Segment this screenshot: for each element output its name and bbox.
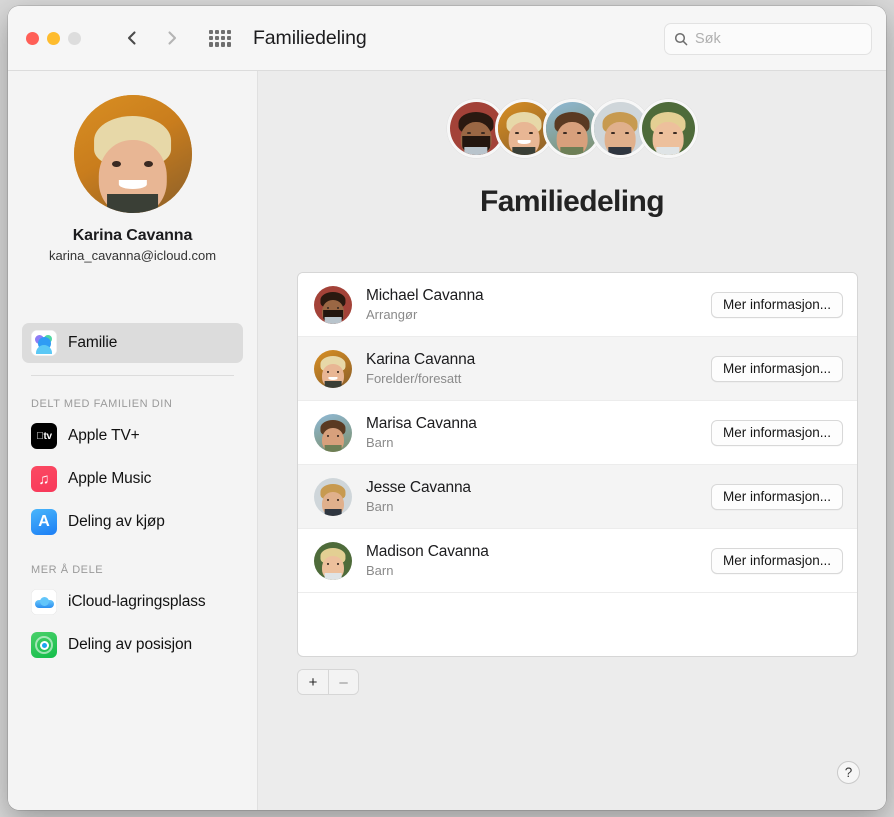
- add-member-button[interactable]: +: [298, 670, 328, 694]
- profile-email: karina_cavanna@icloud.com: [48, 248, 217, 263]
- zoom-button[interactable]: [68, 31, 81, 45]
- sidebar-item-icloud-lagringsplass[interactable]: iCloud-lagringsplass: [22, 582, 243, 622]
- minimize-button[interactable]: [47, 31, 60, 45]
- more-info-button[interactable]: Mer informasjon...: [710, 355, 843, 382]
- avatar-face-karina: [73, 95, 192, 213]
- sidebar-item-familie[interactable]: Familie: [22, 323, 243, 363]
- remove-member-button[interactable]: –: [328, 670, 358, 694]
- member-role: Barn: [366, 435, 394, 450]
- family-members-list: Michael Cavanna Arrangør Mer informasjon…: [297, 272, 858, 657]
- member-avatar: [314, 541, 352, 580]
- sidebar-item-label: Apple Music: [68, 470, 152, 487]
- icloud-icon: [31, 589, 57, 615]
- member-avatar: [314, 349, 352, 388]
- page-title: Familiedeling: [480, 185, 665, 218]
- family-avatar-cluster: [258, 71, 886, 158]
- table-row[interactable]: Jesse Cavanna Barn Mer informasjon...: [298, 465, 857, 529]
- find-my-icon: [31, 632, 57, 658]
- close-button[interactable]: [26, 31, 39, 45]
- member-text: Michael Cavanna Arrangør: [366, 287, 711, 322]
- member-avatar: [314, 477, 352, 516]
- preferences-window: Familiedeling Søk Karina Cavanna karina_…: [8, 6, 886, 810]
- sidebar-section-more: iCloud-lagringsplass Deling av posisjon: [22, 582, 243, 665]
- member-role: Forelder/foresatt: [366, 371, 462, 386]
- member-text: Karina Cavanna Forelder/foresatt: [366, 351, 711, 386]
- window-title: Familiedeling: [253, 26, 367, 49]
- app-store-icon: A: [31, 509, 57, 535]
- sidebar-section-header-shared: DELT MED FAMILIEN DIN: [31, 398, 173, 410]
- sidebar-item-label: Deling av kjøp: [68, 513, 165, 530]
- profile-block: Karina Cavanna karina_cavanna@icloud.com: [22, 89, 243, 263]
- cluster-avatar-madison: [638, 99, 698, 158]
- table-row[interactable]: Karina Cavanna Forelder/foresatt Mer inf…: [298, 337, 857, 401]
- sidebar: Karina Cavanna karina_cavanna@icloud.com…: [8, 71, 258, 810]
- table-row[interactable]: Madison Cavanna Barn Mer informasjon...: [298, 529, 857, 593]
- member-name: Michael Cavanna: [366, 287, 484, 304]
- forward-button[interactable]: [163, 29, 181, 47]
- search-placeholder: Søk: [695, 31, 721, 47]
- sidebar-item-deling-av-posisjon[interactable]: Deling av posisjon: [22, 625, 243, 665]
- sidebar-item-deling-av-kjop[interactable]: A Deling av kjøp: [22, 502, 243, 542]
- member-text: Madison Cavanna Barn: [366, 543, 711, 578]
- search-icon: [674, 32, 688, 46]
- member-name: Karina Cavanna: [366, 351, 476, 368]
- member-avatar: [314, 285, 352, 324]
- avatar[interactable]: [73, 95, 192, 213]
- more-info-button[interactable]: Mer informasjon...: [710, 483, 843, 510]
- show-all-grid-icon[interactable]: [209, 29, 231, 47]
- apple-tv-icon: tv: [31, 423, 57, 449]
- main-content: Familiedeling Michael Cavanna Arrangør M…: [258, 71, 886, 810]
- sidebar-divider: [31, 375, 234, 376]
- traffic-lights: [26, 31, 81, 45]
- nav-arrows: [123, 29, 181, 47]
- apple-music-icon: ♫: [31, 466, 57, 492]
- sidebar-item-apple-music[interactable]: ♫ Apple Music: [22, 459, 243, 499]
- member-text: Jesse Cavanna Barn: [366, 479, 711, 514]
- table-row[interactable]: Marisa Cavanna Barn Mer informasjon...: [298, 401, 857, 465]
- titlebar: Familiedeling Søk: [8, 6, 886, 71]
- profile-name: Karina Cavanna: [72, 227, 193, 244]
- member-role: Arrangør: [366, 307, 418, 322]
- family-icon: [31, 330, 57, 356]
- member-name: Jesse Cavanna: [366, 479, 471, 496]
- sidebar-item-label: Apple TV+: [68, 427, 140, 444]
- member-text: Marisa Cavanna Barn: [366, 415, 711, 450]
- sidebar-item-label: iCloud-lagringsplass: [68, 593, 206, 610]
- more-info-button[interactable]: Mer informasjon...: [710, 291, 843, 318]
- sidebar-item-label: Familie: [68, 334, 118, 351]
- window-body: Karina Cavanna karina_cavanna@icloud.com…: [8, 71, 886, 810]
- sidebar-item-label: Deling av posisjon: [68, 636, 192, 653]
- more-info-button[interactable]: Mer informasjon...: [710, 547, 843, 574]
- sidebar-section-shared: tv Apple TV+ ♫ Apple Music A Deling av …: [22, 416, 243, 542]
- back-button[interactable]: [123, 29, 141, 47]
- table-row[interactable]: Michael Cavanna Arrangør Mer informasjon…: [298, 273, 857, 337]
- chevron-right-icon: [168, 31, 177, 45]
- member-role: Barn: [366, 563, 394, 578]
- search-field[interactable]: Søk: [664, 23, 872, 55]
- add-remove-segmented-control: + –: [297, 669, 359, 695]
- member-name: Madison Cavanna: [366, 543, 489, 560]
- sidebar-section-header-more: MER Å DELE: [31, 564, 104, 576]
- more-info-button[interactable]: Mer informasjon...: [710, 419, 843, 446]
- member-name: Marisa Cavanna: [366, 415, 477, 432]
- member-avatar: [314, 413, 352, 452]
- help-button[interactable]: ?: [837, 761, 860, 784]
- member-role: Barn: [366, 499, 394, 514]
- chevron-left-icon: [127, 31, 136, 45]
- sidebar-item-apple-tv[interactable]: tv Apple TV+: [22, 416, 243, 456]
